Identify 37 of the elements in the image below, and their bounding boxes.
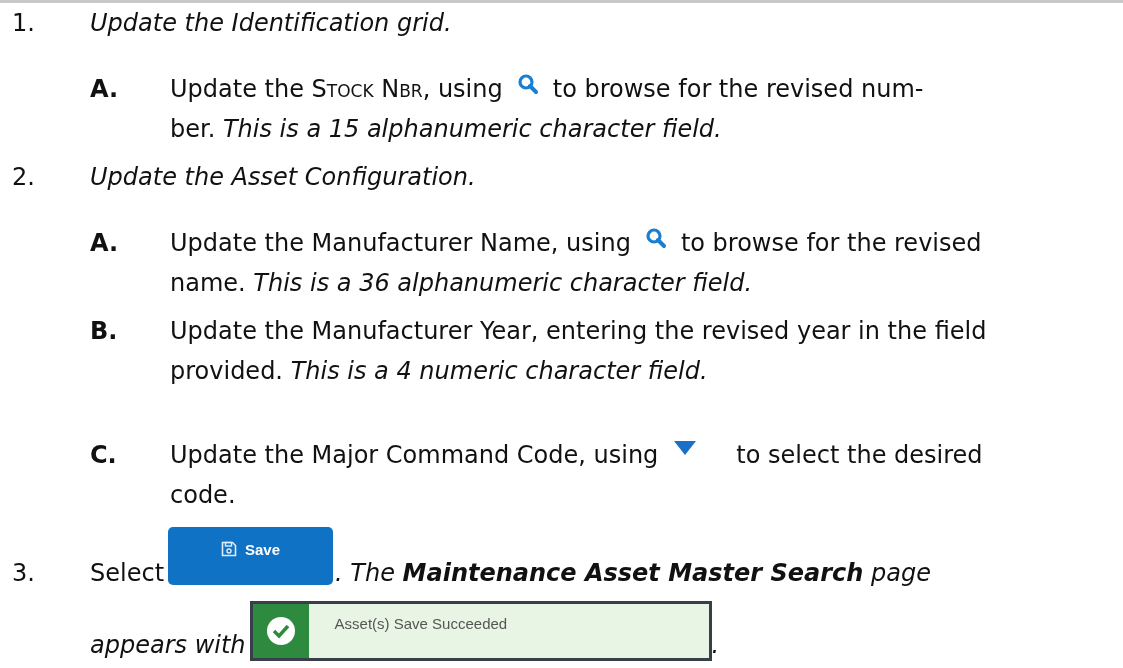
step-number: 3. [12,558,36,589]
instruction-text: Update the Manufacturer Year, entering the revised year in the field [170,316,987,347]
dropdown-arrow-icon [674,441,697,457]
step-number: 1. [12,8,36,39]
instruction-text: to browse for the revised num- [552,74,924,105]
check-circle-icon [265,616,296,646]
instruction-text: name. [170,268,247,299]
instruction-text: to browse for the revised [680,228,982,259]
success-message-banner: Asset(s) Save Succeeded [249,601,712,661]
instruction-text: provided. [170,356,284,387]
search-icon [644,227,667,249]
instruction-text: Update the Asset Configuration. [90,162,476,193]
instruction-text: , using [422,74,503,105]
substep-letter: A. [90,228,120,259]
substep-letter: C. [90,440,118,471]
instruction-text: This is a 15 alphanumeric character field. [222,114,722,145]
instruction-text: code. [170,480,236,511]
instruction-text: This is a 4 numeric character field. [290,356,708,387]
instruction-text: . The [335,558,396,589]
instruction-text: Update the Identification grid. [90,8,452,39]
instruction-text: Update the Major Command Code, using [170,440,659,471]
instruction-text: page [870,558,931,589]
instruction-text: Stock Nbr [311,74,423,105]
instruction-text: . [711,630,720,661]
instruction-text: Update the Manufacturer Name, using [170,228,631,259]
instruction-text: Select [90,558,165,589]
instruction-text: Update the [170,74,305,105]
search-icon [516,73,539,95]
substep-letter: A. [90,74,120,105]
instruction-text: Maintenance Asset Master Search [402,558,864,589]
instruction-text: appears with [90,630,246,661]
instruction-text: ber. [170,114,217,145]
instruction-text: This is a 36 alphanumeric character field. [253,268,753,299]
save-button[interactable]: Save [168,527,334,585]
substep-letter: B. [90,316,119,347]
instruction-text: to select the desired [736,440,983,471]
step-number: 2. [12,162,36,193]
